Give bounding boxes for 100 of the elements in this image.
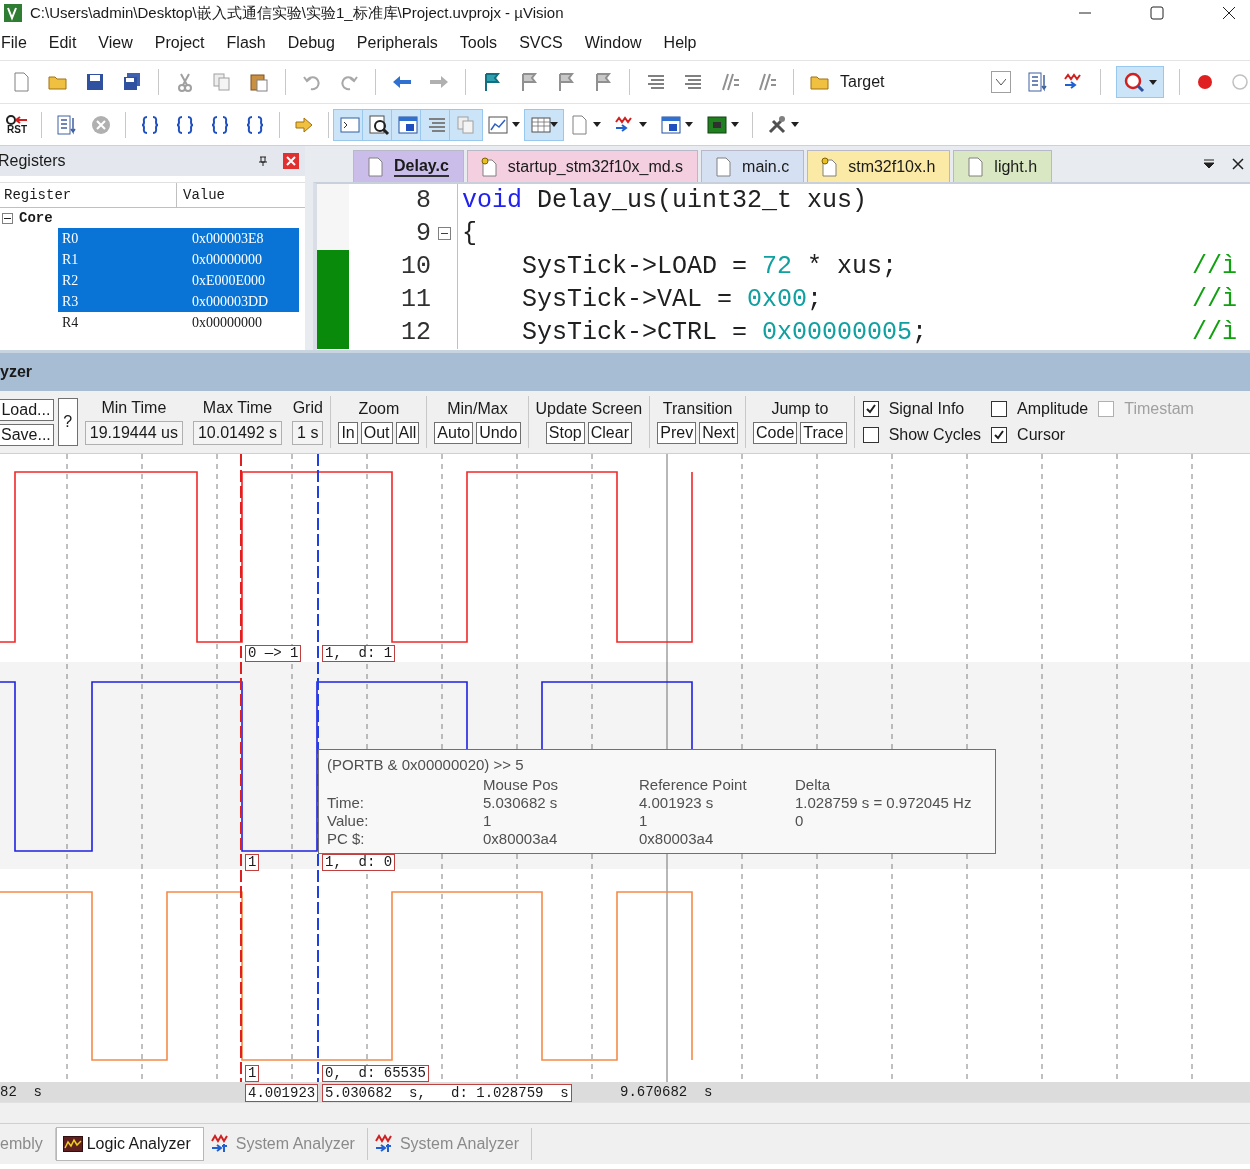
step-icon[interactable] [174, 113, 196, 136]
cursor-value: 1 [245, 1065, 260, 1082]
magnifier-icon[interactable] [368, 113, 390, 136]
step-icon[interactable] [244, 113, 266, 136]
menu-item[interactable]: Help [661, 34, 708, 52]
menu-item[interactable]: Flash [224, 34, 277, 52]
chart-icon[interactable] [487, 113, 509, 136]
analyzer-button[interactable]: Next [699, 422, 739, 444]
close-icon[interactable] [1222, 6, 1236, 20]
register-row[interactable]: R1 0x00000000 [58, 249, 299, 270]
tree-group[interactable]: Core [19, 210, 53, 226]
analyzer-button[interactable]: Clear [587, 422, 632, 444]
list-icon[interactable] [1026, 71, 1048, 93]
caret-icon[interactable] [996, 79, 1006, 85]
cursor-value: 0, d: 65535 [322, 1065, 429, 1082]
caret-icon[interactable] [593, 122, 601, 127]
reset-button[interactable]: RST [6, 114, 28, 135]
analyzer-button[interactable]: Trace [800, 422, 847, 444]
group-label: Zoom [358, 400, 400, 418]
app-icon [4, 4, 22, 22]
analyzer-button[interactable]: Undo [476, 422, 521, 444]
field-label: Grid [292, 399, 323, 417]
tooltip-header: Delta [795, 776, 832, 793]
dropdown-icon[interactable] [1203, 159, 1215, 169]
save-all-icon[interactable] [121, 71, 143, 93]
file-tab[interactable]: Delay.c [353, 150, 464, 182]
collapse-icon[interactable] [2, 212, 13, 224]
analyzer-button[interactable]: In [338, 422, 358, 444]
panel-title: Registers [0, 152, 67, 170]
maximize-icon[interactable] [1150, 6, 1164, 20]
checkbox[interactable] [862, 401, 879, 417]
file-button[interactable]: Save... [0, 423, 54, 446]
analyzer-button[interactable]: Auto [434, 422, 474, 444]
caret-icon[interactable] [685, 122, 693, 127]
menu-item[interactable]: Peripherals [354, 34, 449, 52]
checkbox[interactable] [991, 427, 1008, 443]
caret-icon[interactable] [550, 122, 558, 127]
cursor-line[interactable] [240, 454, 242, 1082]
list-icon[interactable] [55, 113, 77, 136]
tools-icon[interactable] [766, 113, 788, 136]
slashes-icon[interactable] [719, 71, 741, 93]
window-icon[interactable] [397, 113, 419, 136]
scrollbar[interactable] [0, 1102, 1250, 1124]
target-dropdown[interactable] [991, 71, 1011, 93]
file-tab[interactable]: startup_stm32f10x_md.s [466, 150, 699, 182]
code-line: SysTick->VAL = 0x00; [521, 285, 824, 314]
tooltip-value: 1 [639, 812, 649, 829]
cursor-line[interactable] [317, 454, 319, 1082]
menu-item[interactable]: Edit [46, 34, 88, 52]
panel-tab[interactable]: Logic Analyzer [55, 1127, 204, 1161]
chip-icon[interactable] [706, 113, 728, 136]
register-row[interactable]: R0 0x000003E8 [58, 228, 299, 249]
help-button[interactable]: ? [57, 398, 78, 446]
field-label: Max Time [202, 399, 273, 417]
window-icon[interactable] [660, 113, 682, 136]
file-button[interactable]: Load... [0, 398, 54, 421]
breakpoint-icon[interactable] [1195, 72, 1215, 92]
option-label: Show Cycles [888, 426, 982, 444]
register-row[interactable]: R2 0xE000E000 [58, 270, 299, 291]
caret-icon[interactable] [791, 122, 799, 127]
slashes-icon[interactable] [756, 71, 778, 93]
analyzer-button[interactable]: Prev [657, 422, 697, 444]
save-icon[interactable] [84, 71, 106, 93]
pin-icon[interactable] [257, 155, 269, 167]
analyzer-button[interactable]: Code [753, 422, 798, 444]
checkbox[interactable] [862, 427, 879, 443]
caret-icon[interactable] [731, 122, 739, 127]
code-comment: //ì [1192, 252, 1238, 281]
step-icon[interactable] [139, 113, 161, 136]
group-label: Jump to [771, 400, 829, 418]
option-label: Cursor [1017, 426, 1066, 444]
caret-icon[interactable] [639, 122, 647, 127]
menu-item[interactable]: Project [152, 34, 216, 52]
tooltip-label: PC $: [327, 830, 366, 847]
analyzer-button[interactable]: Out [360, 422, 393, 444]
file-tab[interactable]: stm32f10x.h [807, 150, 951, 182]
column-header[interactable]: Register [0, 183, 177, 207]
register-row[interactable]: R4 0x00000000 [58, 312, 299, 333]
checkbox[interactable] [991, 401, 1008, 417]
fold-icon[interactable] [437, 227, 451, 240]
analyzer-button[interactable]: Stop [545, 422, 585, 444]
menu-item[interactable]: Window [582, 34, 653, 52]
caret-icon [1149, 79, 1157, 85]
menu-item[interactable]: View [96, 34, 144, 52]
value-field: 1 s [292, 421, 324, 445]
file-tab[interactable]: light.h [953, 150, 1053, 182]
column-header[interactable]: Value [177, 183, 305, 207]
menu-item[interactable]: Tools [457, 34, 509, 52]
code-line: void Delay_us(uint32_t xus) [461, 186, 869, 215]
register-row[interactable]: R3 0x000003DD [58, 291, 299, 312]
paste-icon[interactable] [248, 71, 270, 93]
caret-icon[interactable] [512, 122, 520, 127]
file-tab[interactable]: main.c [701, 150, 805, 182]
close-icon[interactable] [1232, 158, 1244, 170]
step-icon[interactable] [209, 113, 231, 136]
menu-item[interactable]: File [0, 34, 38, 52]
analyzer-button[interactable]: All [395, 422, 420, 444]
menu-item[interactable]: SVCS [517, 34, 574, 52]
menu-item[interactable]: Debug [285, 34, 346, 52]
debug-button[interactable] [1116, 66, 1164, 98]
